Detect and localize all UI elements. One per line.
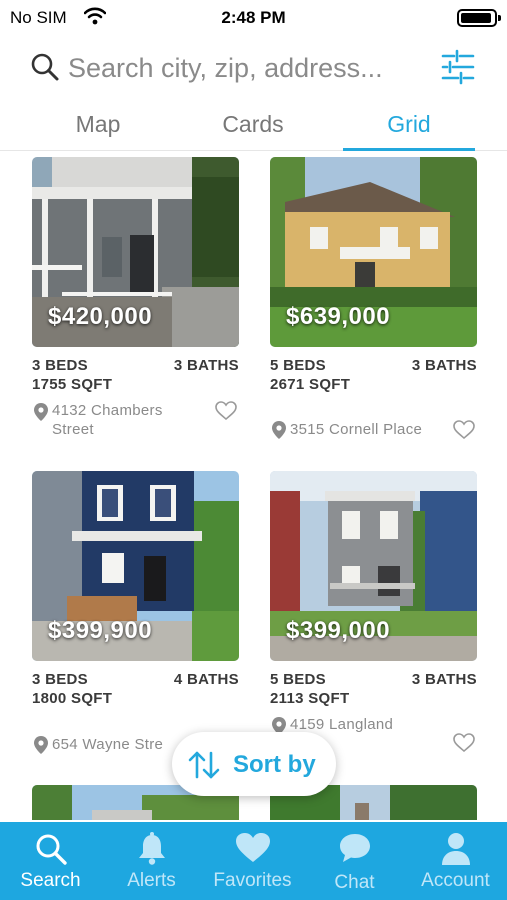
bell-icon: [138, 832, 165, 865]
listing-address-row: 4132 Chambers Street: [32, 401, 239, 441]
listing-sqft: 2671 SQFT: [270, 376, 351, 393]
tabbar-item-alerts[interactable]: Alerts: [101, 822, 202, 900]
listing-photo[interactable]: $399,000: [270, 471, 477, 661]
listing-baths: 3 BATHS: [173, 357, 239, 374]
listing-beds: 3 BEDS: [32, 357, 88, 374]
listing-card[interactable]: $399,900 3 BEDS 4 BATHS 1800 SQFT 654 Wa…: [32, 471, 239, 755]
listing-card[interactable]: $639,000 5 BEDS 3 BATHS 2671 SQFT 3515 C…: [270, 157, 477, 441]
listing-card[interactable]: $399,000 5 BEDS 3 BATHS 2113 SQFT 4159 L…: [270, 471, 477, 755]
tabbar-label-chat: Chat: [334, 872, 375, 893]
listing-beds: 5 BEDS: [270, 357, 326, 374]
sort-by-button[interactable]: Sort by: [172, 732, 336, 796]
listing-beds: 5 BEDS: [270, 671, 326, 688]
listing-specs: 5 BEDS 3 BATHS 2113 SQFT: [270, 671, 477, 709]
tabbar-item-chat[interactable]: Chat: [304, 822, 405, 900]
listing-photo[interactable]: $420,000: [32, 157, 239, 347]
location-pin-icon: [34, 736, 48, 754]
listing-photo[interactable]: $639,000: [270, 157, 477, 347]
tabbar-label-account: Account: [421, 870, 490, 891]
search-bar: [0, 44, 507, 92]
chat-bubble-icon: [339, 834, 370, 862]
favorite-heart-icon[interactable]: [453, 420, 475, 440]
listing-photo[interactable]: $399,900: [32, 471, 239, 661]
listing-baths: 4 BATHS: [173, 671, 239, 688]
listing-price: $399,000: [286, 617, 391, 644]
tabbar-label-search: Search: [20, 870, 81, 891]
listing-specs: 3 BEDS 3 BATHS 1755 SQFT: [32, 357, 239, 395]
bottom-tab-bar: Search Alerts Favorites Chat Account: [0, 822, 507, 900]
active-tab-indicator: [343, 148, 475, 151]
listing-address: 4159 Langland: [290, 716, 394, 733]
search-icon: [31, 53, 59, 81]
listing-baths: 3 BATHS: [411, 671, 477, 688]
listing-address-row: 3515 Cornell Place: [270, 401, 477, 441]
heart-icon: [235, 833, 270, 862]
location-pin-icon: [272, 421, 286, 439]
tab-map[interactable]: Map: [33, 111, 163, 138]
listing-grid[interactable]: $420,000 3 BEDS 3 BATHS 1755 SQFT 4132 C…: [0, 152, 507, 820]
listing-sqft: 2113 SQFT: [270, 690, 350, 707]
listing-price: $399,900: [48, 617, 153, 644]
status-bar: No SIM 2:48 PM: [0, 0, 507, 36]
listing-specs: 3 BEDS 4 BATHS 1800 SQFT: [32, 671, 239, 709]
listing-beds: 3 BEDS: [32, 671, 88, 688]
listing-specs: 5 BEDS 3 BATHS 2671 SQFT: [270, 357, 477, 395]
listing-price: $420,000: [48, 303, 153, 330]
tab-cards[interactable]: Cards: [188, 111, 318, 138]
sort-by-label: Sort by: [233, 751, 316, 778]
tabbar-label-alerts: Alerts: [127, 870, 176, 891]
tabbar-item-favorites[interactable]: Favorites: [202, 822, 303, 900]
tabbar-item-search[interactable]: Search: [0, 822, 101, 900]
search-input[interactable]: [68, 50, 428, 86]
listing-sqft: 1800 SQFT: [32, 690, 113, 707]
search-icon: [36, 834, 67, 865]
battery-icon: [457, 9, 501, 27]
tabbar-label-favorites: Favorites: [213, 870, 292, 891]
sort-arrows-icon: [188, 751, 220, 779]
listing-address: 4132 Chambers Street: [52, 402, 163, 438]
tabbar-item-account[interactable]: Account: [405, 822, 506, 900]
listing-baths: 3 BATHS: [411, 357, 477, 374]
clock: 2:48 PM: [221, 8, 286, 27]
person-icon: [441, 833, 470, 865]
favorite-heart-icon[interactable]: [215, 401, 237, 421]
listing-sqft: 1755 SQFT: [32, 376, 113, 393]
filter-sliders-icon[interactable]: [440, 48, 476, 86]
favorite-heart-icon[interactable]: [453, 733, 475, 753]
listing-price: $639,000: [286, 303, 391, 330]
listing-address: 3515 Cornell Place: [290, 421, 423, 438]
view-tabs: Map Cards Grid: [0, 104, 507, 151]
location-pin-icon: [34, 403, 48, 421]
listing-card[interactable]: $420,000 3 BEDS 3 BATHS 1755 SQFT 4132 C…: [32, 157, 239, 441]
tab-grid[interactable]: Grid: [344, 111, 474, 138]
